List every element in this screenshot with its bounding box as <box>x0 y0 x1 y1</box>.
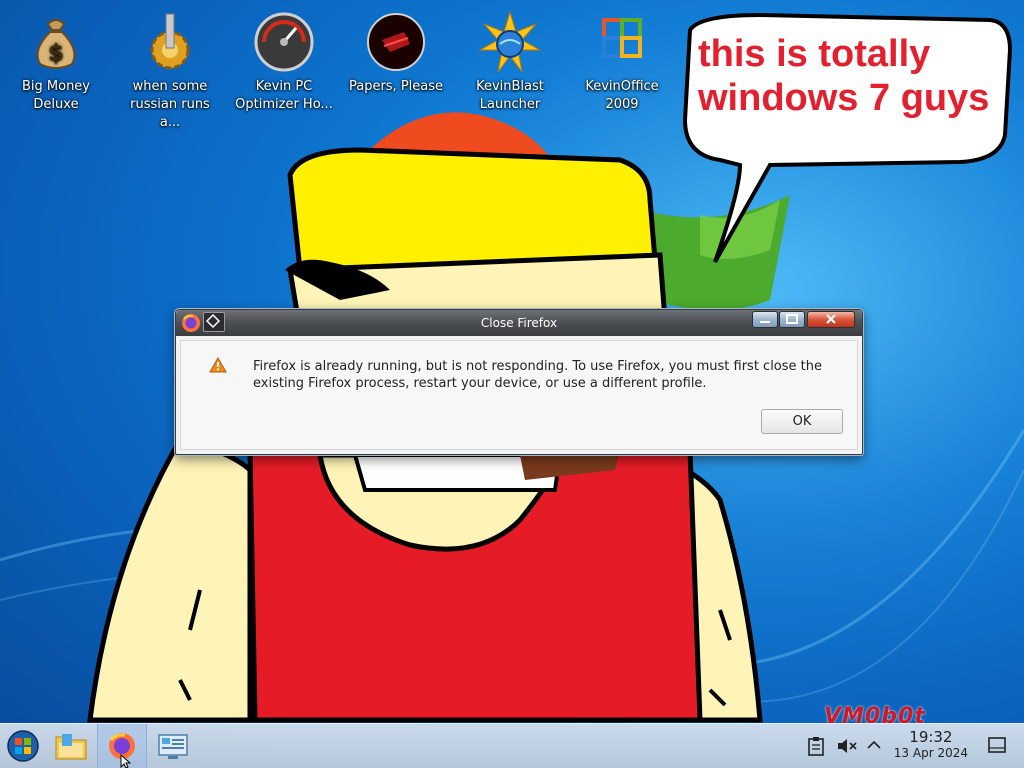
warning-icon <box>209 357 227 373</box>
mouse-cursor <box>120 754 132 768</box>
svg-text:$: $ <box>48 41 63 66</box>
clipboard-icon[interactable] <box>808 736 824 756</box>
chevron-up-icon[interactable] <box>866 738 882 752</box>
system-settings-icon <box>158 734 188 759</box>
taskbar-system-settings[interactable] <box>150 724 196 768</box>
close-firefox-dialog: Close Firefox Firefox is already running… <box>175 309 863 455</box>
dialog-titlebar[interactable]: Close Firefox <box>176 310 862 336</box>
minimize-button[interactable] <box>752 311 778 328</box>
taskbar-file-manager[interactable] <box>48 724 94 768</box>
desktop-icon-label: KevinOffice 2009 <box>585 79 659 112</box>
taskbar-clock[interactable]: 19:32 13 Apr 2024 <box>894 729 968 761</box>
gear-trophy-icon <box>150 13 190 70</box>
papers-please-icon <box>367 13 425 71</box>
desktop-icon-big-money-deluxe[interactable]: $ Big Money Deluxe <box>4 8 108 114</box>
start-orb-icon <box>7 730 39 762</box>
show-desktop-icon[interactable] <box>988 737 1006 753</box>
maximize-button[interactable] <box>779 311 805 328</box>
ok-button[interactable]: OK <box>761 409 843 434</box>
desktop-icon-kevin-pc-optimizer[interactable]: Kevin PC Optimizer Ho... <box>232 8 336 114</box>
taskbar: 19:32 13 Apr 2024 <box>0 723 1024 768</box>
speech-bubble-text: this is totally windows 7 guys <box>698 33 990 119</box>
desktop-icon-kevinblast-launcher[interactable]: KevinBlast Launcher <box>458 8 562 114</box>
volume-muted-icon[interactable] <box>836 736 858 756</box>
starburst-globe-icon <box>478 10 542 73</box>
desktop-icon-label: Big Money Deluxe <box>21 79 90 112</box>
desktop-icon-papers-please[interactable]: Papers, Please <box>344 8 448 96</box>
desktop-icon-russian[interactable]: when some russian runs a... <box>118 8 222 132</box>
dialog-content: Firefox is already running, but is not r… <box>180 340 858 450</box>
file-manager-icon <box>55 734 87 760</box>
desktop-icon-label: when some russian runs a... <box>130 79 210 130</box>
money-bag-icon: $ <box>36 19 76 69</box>
desktop-icon-label: Kevin PC Optimizer Ho... <box>235 79 333 112</box>
office-logo-icon <box>602 18 642 58</box>
desktop-icon-label: Papers, Please <box>348 79 444 94</box>
desktop-icon-kevinoffice-2009[interactable]: KevinOffice 2009 <box>570 8 674 114</box>
desktop-icon-label: KevinBlast Launcher <box>476 79 544 112</box>
dialog-message: Firefox is already running, but is not r… <box>253 359 822 391</box>
clock-date: 13 Apr 2024 <box>893 746 968 760</box>
clock-time: 19:32 <box>909 728 953 746</box>
start-button[interactable] <box>0 724 46 768</box>
speedometer-icon <box>254 12 314 72</box>
close-button[interactable] <box>807 311 855 328</box>
